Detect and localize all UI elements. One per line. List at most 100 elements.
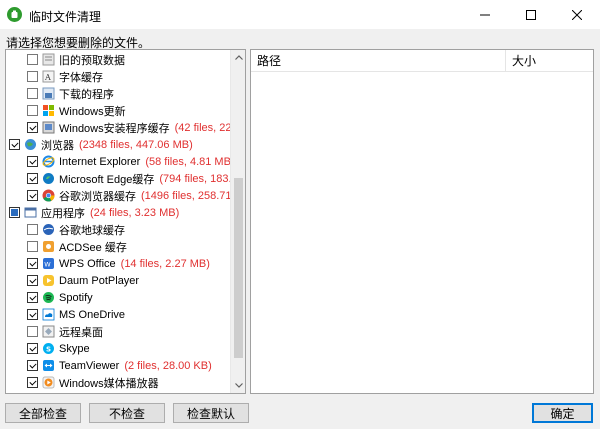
tree-item[interactable]: 远程桌面 <box>6 323 232 340</box>
tree-item[interactable]: W WPS Office (14 files, 2.27 MB) <box>6 255 232 272</box>
unchecked-checkbox[interactable] <box>27 105 38 116</box>
app-icon <box>7 7 22 22</box>
tree-item-label: 谷歌地球缓存 <box>59 224 125 237</box>
checked-checkbox[interactable] <box>27 258 38 269</box>
tree-item-label: 远程桌面 <box>59 326 103 339</box>
tree-item[interactable]: 谷歌地球缓存 <box>6 221 232 238</box>
unchecked-checkbox[interactable] <box>27 71 38 82</box>
tree-item-stats: (58 files, 4.81 MB) <box>145 155 235 168</box>
tree-item[interactable]: Microsoft Edge缓存(794 files, 183.55 MB <box>6 170 245 187</box>
browser-globe-icon <box>24 138 37 151</box>
column-header-size[interactable]: 大小 <box>506 50 593 72</box>
tree-item-label: WPS Office <box>59 257 116 270</box>
scroll-thumb[interactable] <box>234 178 243 358</box>
tree-item[interactable]: A 字体缓存 <box>6 68 232 85</box>
check-all-button[interactable]: 全部检查 <box>5 403 81 423</box>
downloaded-programs-icon <box>42 87 55 100</box>
windows-installer-icon <box>42 121 55 134</box>
checked-checkbox[interactable] <box>27 173 38 184</box>
checked-checkbox[interactable] <box>27 156 38 167</box>
tree-item-label: 旧的预取数据 <box>59 54 125 67</box>
tree-item-label: Windows媒体播放器 <box>59 377 159 390</box>
tree-item[interactable]: ACDSee 缓存 <box>6 238 232 255</box>
tree-item-stats: (2 files, 28.00 KB) <box>124 359 212 372</box>
category-tree[interactable]: 旧的预取数据 A 字体缓存下载的程序 Windows更新 Windows安装程序缓存 (4… <box>5 49 246 394</box>
svg-text:W: W <box>44 261 51 269</box>
chrome-icon <box>42 189 55 202</box>
checked-checkbox[interactable] <box>27 122 38 133</box>
tree-item[interactable]: Windows安装程序缓存(42 files, 22.29 M <box>6 119 245 136</box>
skype-icon: S <box>42 342 55 355</box>
checked-checkbox[interactable] <box>27 275 38 286</box>
check-default-button[interactable]: 检查默认 <box>173 403 249 423</box>
tree-item-label: 浏览器 <box>41 139 74 152</box>
minimize-button[interactable] <box>462 0 508 29</box>
tree-item[interactable]: S Skype <box>6 340 232 357</box>
wps-office-icon: W <box>42 257 55 270</box>
unchecked-checkbox[interactable] <box>27 326 38 337</box>
svg-text:S: S <box>46 346 51 354</box>
tree-item-label: Windows更新 <box>59 105 126 118</box>
ok-button[interactable]: 确定 <box>532 403 593 423</box>
maximize-button[interactable] <box>508 0 554 29</box>
font-cache-icon: A <box>42 70 55 83</box>
maximize-icon <box>526 9 536 20</box>
checked-checkbox[interactable] <box>27 343 38 354</box>
chevron-up-icon <box>234 55 243 60</box>
tree-item[interactable]: 应用程序 (24 files, 3.23 MB) <box>6 204 232 221</box>
uncheck-button[interactable]: 不检查 <box>89 403 165 423</box>
tree-item-label: Windows安装程序缓存 <box>59 122 170 135</box>
tree-item-label: Internet Explorer <box>59 155 141 168</box>
unchecked-checkbox[interactable] <box>27 88 38 99</box>
file-list-panel[interactable]: 路径 大小 <box>250 49 594 394</box>
partial-checkbox[interactable] <box>9 207 20 218</box>
checked-checkbox[interactable] <box>27 292 38 303</box>
tree-item[interactable]: 谷歌浏览器缓存 (1496 files, 258.71 MB) <box>6 187 245 204</box>
column-header-path[interactable]: 路径 <box>251 50 505 72</box>
tree-item-label: Skype <box>59 342 90 355</box>
remote-desktop-icon <box>42 325 55 338</box>
tree-item[interactable]: 旧的预取数据 <box>6 51 232 68</box>
tree-scrollbar[interactable] <box>230 50 245 393</box>
scroll-down-arrow[interactable] <box>231 378 245 393</box>
checked-checkbox[interactable] <box>27 377 38 388</box>
checked-checkbox[interactable] <box>27 309 38 320</box>
tree-item-stats: (2348 files, 447.06 MB) <box>79 138 193 151</box>
unchecked-checkbox[interactable] <box>27 54 38 65</box>
tree-item-label: 应用程序 <box>41 207 85 220</box>
tree-item-label: MS OneDrive <box>59 308 126 321</box>
media-player-icon <box>42 376 55 389</box>
tree-item[interactable]: Windows更新 <box>6 102 232 119</box>
tree-item[interactable]: Windows媒体播放器 <box>6 374 232 391</box>
teamviewer-icon <box>42 359 55 372</box>
google-earth-icon <box>42 223 55 236</box>
tree-item[interactable]: TeamViewer (2 files, 28.00 KB) <box>6 357 232 374</box>
close-button[interactable] <box>554 0 600 29</box>
tree-item[interactable]: Internet Explorer (58 files, 4.81 MB) <box>6 153 235 170</box>
onedrive-icon <box>42 308 55 321</box>
tree-item[interactable]: 浏览器 (2348 files, 447.06 MB) <box>6 136 232 153</box>
potplayer-icon <box>42 274 55 287</box>
tree-item-label: Spotify <box>59 291 93 304</box>
internet-explorer-icon <box>42 155 55 168</box>
scroll-up-arrow[interactable] <box>231 50 245 65</box>
tree-item[interactable]: Daum PotPlayer <box>6 272 232 289</box>
unchecked-checkbox[interactable] <box>27 224 38 235</box>
applications-icon <box>24 206 37 219</box>
unchecked-checkbox[interactable] <box>27 241 38 252</box>
window-title: 临时文件清理 <box>29 10 102 24</box>
tree-item[interactable]: 下载的程序 <box>6 85 232 102</box>
tree-item-label: Daum PotPlayer <box>59 274 140 287</box>
title-bar: 临时文件清理 <box>0 0 600 29</box>
tree-item-label: ACDSee 缓存 <box>59 241 127 254</box>
tree-item-label: TeamViewer <box>59 359 120 372</box>
checked-checkbox[interactable] <box>27 190 38 201</box>
edge-icon <box>42 172 55 185</box>
tree-item[interactable]: MS OneDrive <box>6 306 232 323</box>
close-icon <box>572 9 582 20</box>
tree-item[interactable]: Spotify <box>6 289 232 306</box>
checked-checkbox[interactable] <box>9 139 20 150</box>
checked-checkbox[interactable] <box>27 360 38 371</box>
spotify-icon <box>42 291 55 304</box>
tree-item-label: 下载的程序 <box>59 88 114 101</box>
